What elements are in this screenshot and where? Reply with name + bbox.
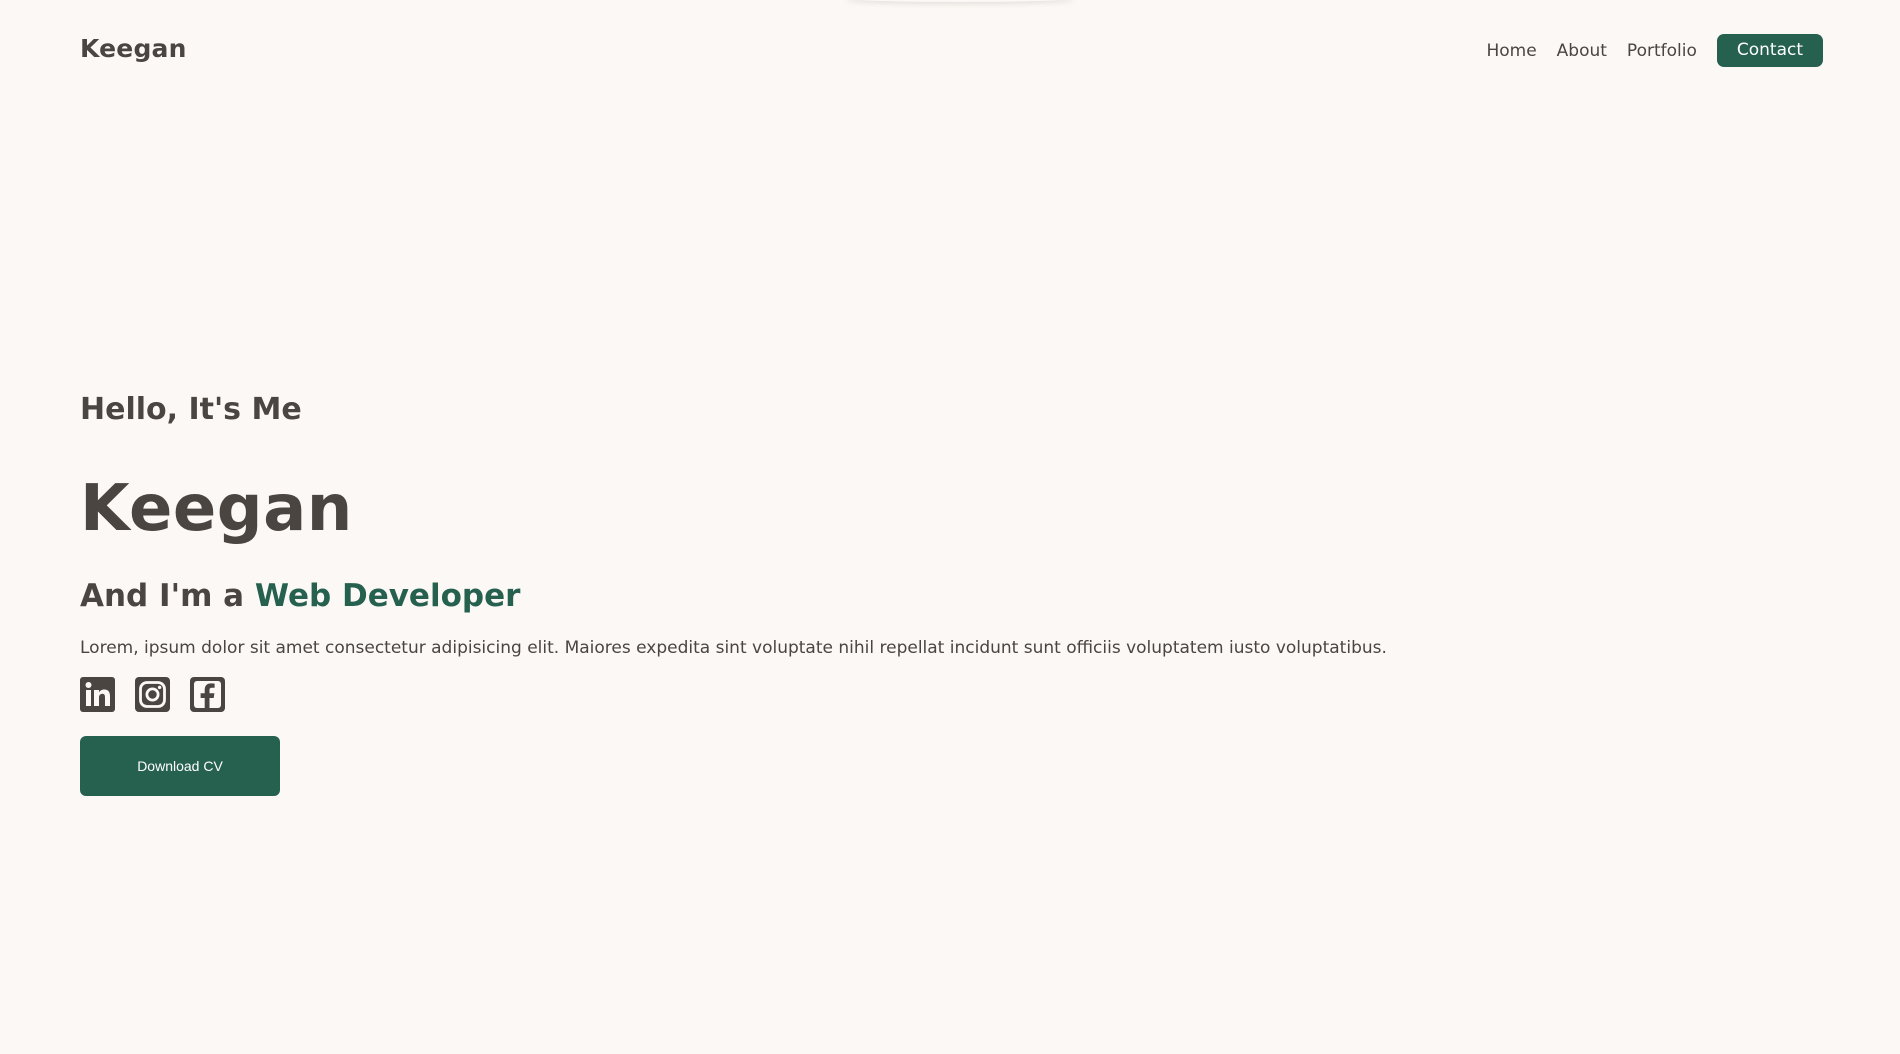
hero-name: Keegan [80, 472, 353, 546]
hero-role-prefix: And I'm a [80, 578, 255, 614]
nav-home-link[interactable]: Home [1486, 41, 1536, 61]
hero-greeting: Hello, It's Me [80, 392, 302, 427]
hero-role-highlight: Web Developer [254, 578, 521, 614]
linkedin-icon[interactable] [80, 677, 115, 712]
nav-portfolio-link[interactable]: Portfolio [1627, 41, 1697, 61]
nav-contact-button[interactable]: Contact [1716, 34, 1823, 67]
nav-about-link[interactable]: About [1557, 41, 1607, 61]
site-logo[interactable]: Keegan [80, 34, 187, 63]
hero-bio: Lorem, ipsum dolor sit amet consectetur … [80, 638, 1387, 658]
download-cv-button[interactable]: Download CV [80, 736, 280, 796]
social-links [80, 677, 1580, 713]
instagram-icon[interactable] [135, 677, 170, 712]
navbar: Keegan Home About Portfolio Contact [0, 0, 1900, 100]
nav-links: Home About Portfolio Contact [1466, 34, 1823, 67]
facebook-icon[interactable] [190, 677, 225, 712]
hero-role: And I'm a Web Developer [80, 571, 1580, 621]
hero-section: Hello, It's Me Keegan And I'm a Web Deve… [80, 385, 1580, 796]
